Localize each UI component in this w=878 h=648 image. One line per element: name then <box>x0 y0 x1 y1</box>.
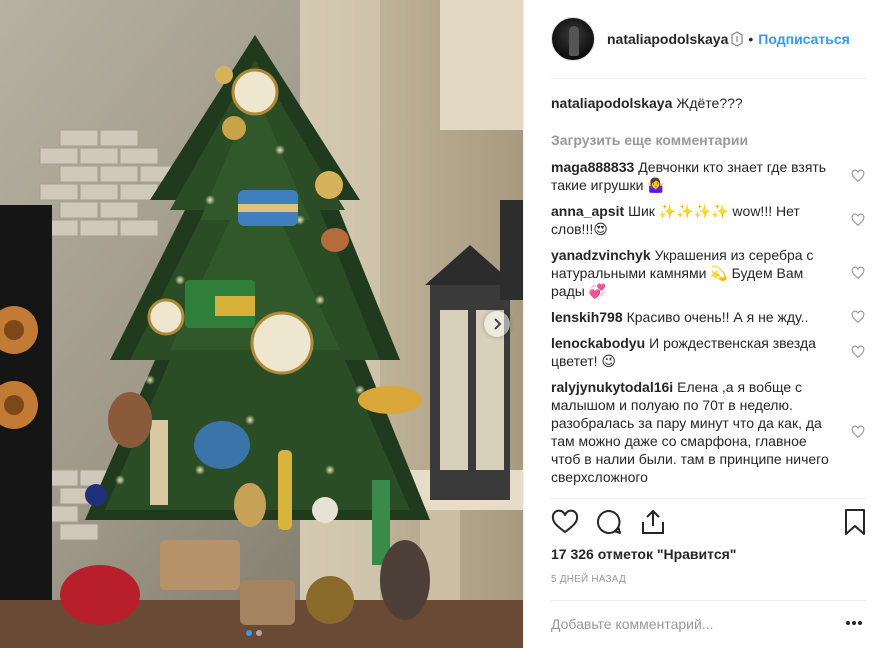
carousel-dot-1 <box>246 630 252 636</box>
comment-username[interactable]: lenskih798 <box>551 309 623 325</box>
comment-username[interactable]: anna_apsit <box>551 203 624 219</box>
actions-divider <box>551 498 866 499</box>
comment-text: Красиво очень!! А я не жду.. <box>626 309 809 325</box>
caption-username[interactable]: nataliapodolskaya <box>551 95 672 111</box>
comment-like-icon[interactable] <box>851 345 865 359</box>
header-divider <box>551 78 866 79</box>
caption-text: Ждёте??? <box>676 95 743 111</box>
comment-like-icon[interactable] <box>851 310 865 324</box>
post-header: nataliapodolskaya • Подписаться <box>524 0 878 78</box>
carousel-dot-2 <box>256 630 262 636</box>
comment-item: yanadzvinchyk Украшения из серебра с нату… <box>551 246 869 300</box>
comment-item: maga888833 Девчонки кто знает где взять т… <box>551 158 869 194</box>
add-comment-input[interactable] <box>551 612 851 636</box>
author-avatar[interactable] <box>551 17 595 61</box>
post-caption: nataliapodolskaya Ждёте??? <box>551 94 869 112</box>
comment-username[interactable]: lenockabodyu <box>551 335 645 351</box>
post-date[interactable]: 5 ДНЕЙ НАЗАД <box>551 574 626 585</box>
comment-like-icon[interactable] <box>851 169 865 183</box>
verified-badge-icon <box>731 31 744 47</box>
comment-bubble-icon[interactable] <box>595 508 623 536</box>
carousel-next-button[interactable] <box>484 311 510 337</box>
comment-like-icon[interactable] <box>851 425 865 439</box>
likes-count[interactable]: 17 326 отметок "Нравится" <box>551 546 736 562</box>
post-actions <box>551 508 869 538</box>
christmas-tree-image <box>0 0 523 648</box>
header-separator: • <box>748 31 754 47</box>
comment-username[interactable]: maga888833 <box>551 159 634 175</box>
comment-item: anna_apsit Шик ✨✨✨✨ wow!!! Нет слов!!!😍 <box>551 202 869 238</box>
load-more-comments-button[interactable]: Загрузить еще комментарии <box>551 131 869 149</box>
post-photo[interactable] <box>0 0 523 648</box>
bookmark-icon[interactable] <box>841 508 869 536</box>
comment-item: lenockabodyu И рождественская звезда цвет… <box>551 334 869 370</box>
comment-box-divider <box>551 600 866 601</box>
comment-username[interactable]: yanadzvinchyk <box>551 247 651 263</box>
chevron-right-icon <box>494 318 502 330</box>
comment-like-icon[interactable] <box>851 213 865 227</box>
share-icon[interactable] <box>639 508 667 536</box>
comment-like-icon[interactable] <box>851 266 865 280</box>
more-dots-icon[interactable] <box>845 619 863 627</box>
heart-icon[interactable] <box>551 508 579 536</box>
post-sidebar: nataliapodolskaya • Подписаться nataliap… <box>523 0 878 648</box>
comments-list[interactable]: nataliapodolskaya Ждёте??? Загрузить еще … <box>551 90 869 498</box>
comment-item: lenskih798 Красиво очень!! А я не жду.. <box>551 308 869 326</box>
follow-button[interactable]: Подписаться <box>758 31 850 47</box>
comment-item: ralyjynukytodal16i Елена ,а я вобще с мал… <box>551 378 869 486</box>
comment-username[interactable]: ralyjynukytodal16i <box>551 379 673 395</box>
carousel-indicator <box>246 630 262 636</box>
author-username[interactable]: nataliapodolskaya <box>607 31 728 47</box>
post-viewer: nataliapodolskaya • Подписаться nataliap… <box>0 0 878 648</box>
